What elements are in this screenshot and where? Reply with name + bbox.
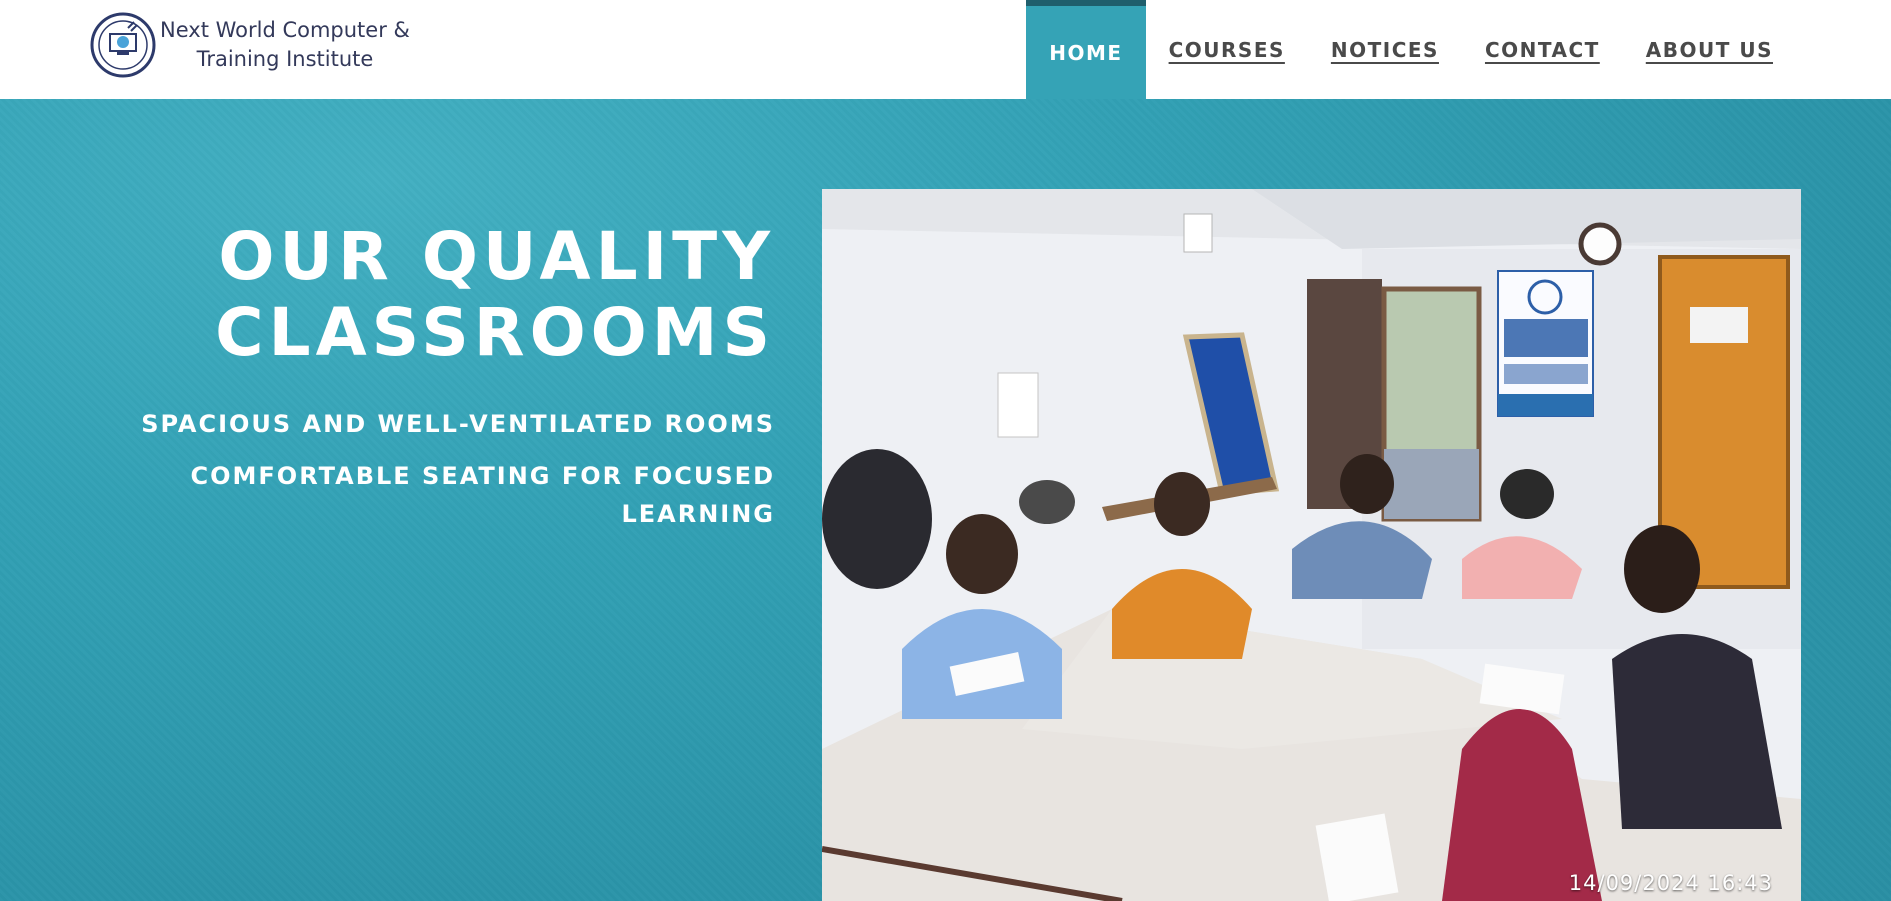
nav-about-us[interactable]: ABOUT US — [1623, 0, 1796, 99]
classroom-photo: 14/09/2024 16:43 — [822, 189, 1801, 901]
photo-timestamp: 14/09/2024 16:43 — [1568, 871, 1773, 895]
hero-section: OUR QUALITY CLASSROOMS SPACIOUS AND WELL… — [0, 99, 1891, 901]
nav-courses[interactable]: COURSES — [1146, 0, 1308, 99]
hero-feature-2: COMFORTABLE SEATING FOR FOCUSED LEARNING — [190, 462, 775, 528]
nav-contact[interactable]: CONTACT — [1462, 0, 1623, 99]
nav-home[interactable]: HOME — [1026, 0, 1146, 99]
institute-seal-logo[interactable] — [90, 12, 156, 78]
nav-notices[interactable]: NOTICES — [1308, 0, 1462, 99]
brand-name: Next World Computer & Training Institute — [160, 16, 410, 74]
main-nav: HOME COURSES NOTICES CONTACT ABOUT US — [1026, 0, 1891, 99]
brand-name-line2: Training Institute — [196, 47, 374, 71]
brand[interactable]: Next World Computer & Training Institute — [90, 12, 410, 78]
hero-title-line2: CLASSROOMS — [215, 294, 775, 371]
hero-title-line1: OUR QUALITY — [218, 218, 775, 295]
brand-name-line1: Next World Computer & — [160, 18, 410, 42]
hero-feature-1: SPACIOUS AND WELL-VENTILATED ROOMS — [141, 410, 775, 438]
hero-text: OUR QUALITY CLASSROOMS SPACIOUS AND WELL… — [0, 219, 775, 533]
classroom-photo-image — [822, 189, 1801, 901]
site-header: Next World Computer & Training Institute… — [0, 0, 1891, 99]
hero-title: OUR QUALITY CLASSROOMS — [0, 219, 775, 371]
